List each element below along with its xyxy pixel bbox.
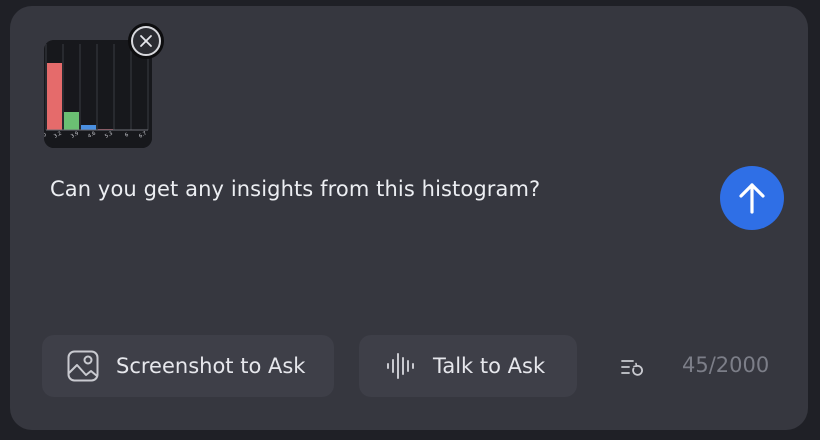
message-input[interactable]: Can you get any insights from this histo… — [50, 177, 540, 201]
remove-attachment-button[interactable] — [128, 23, 164, 59]
waveform-icon — [383, 349, 417, 383]
talk-to-ask-button[interactable]: Talk to Ask — [359, 335, 577, 397]
character-counter: 45/2000 — [682, 353, 770, 377]
send-button[interactable] — [720, 166, 784, 230]
screenshot-to-ask-button[interactable]: Screenshot to Ask — [42, 335, 334, 397]
chat-input-panel: 0 3.2 3.9 4.6 5.3 6 6.7 Can you get any … — [10, 6, 808, 430]
close-icon — [131, 26, 161, 56]
arrow-up-icon — [739, 183, 765, 214]
history-list-icon[interactable] — [620, 356, 644, 378]
image-icon — [66, 349, 100, 383]
talk-to-ask-label: Talk to Ask — [433, 354, 546, 378]
screenshot-to-ask-label: Screenshot to Ask — [116, 354, 306, 378]
